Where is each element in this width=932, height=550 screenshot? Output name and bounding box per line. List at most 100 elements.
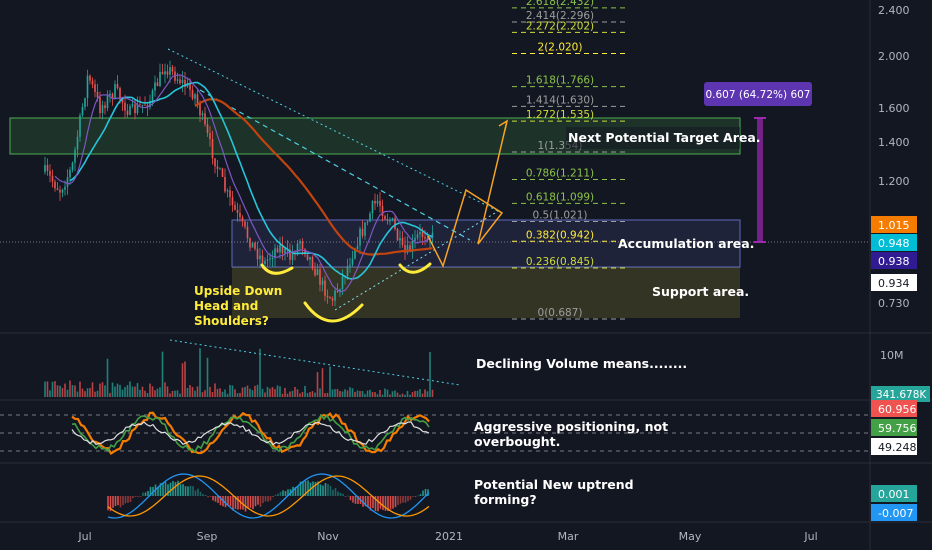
macd-histogram-bar: [214, 496, 217, 502]
price-tick-label: 1.400: [878, 136, 910, 149]
candle-body: [59, 189, 61, 193]
macd-histogram-bar: [124, 496, 127, 504]
candle-body: [241, 217, 244, 222]
macd-histogram-bar: [319, 484, 322, 496]
volume-bar: [171, 390, 174, 397]
accumulation-label: Accumulation area.: [618, 236, 754, 251]
volume-bar: [329, 366, 331, 397]
volume-bar: [296, 389, 299, 397]
volume-bar: [396, 392, 399, 397]
candle-body: [214, 158, 216, 167]
macd-histogram-bar: [267, 496, 269, 502]
candle-body: [254, 242, 256, 249]
candle-body: [384, 216, 386, 220]
candle-body: [101, 105, 104, 114]
candle-body: [319, 269, 321, 285]
x-tick-label: 2021: [435, 530, 463, 543]
macd-histogram-bar: [162, 482, 164, 496]
volume-bar: [179, 393, 181, 397]
volume-bar: [146, 393, 149, 397]
volume-bar: [181, 363, 184, 397]
volume-bar: [384, 388, 386, 397]
volume-bar: [381, 394, 384, 397]
macd-histogram-bar: [324, 483, 327, 496]
macd-histogram-bar: [312, 481, 314, 496]
candle-body: [96, 91, 99, 98]
candle-body: [104, 105, 106, 109]
macd-histogram-bar: [182, 484, 184, 496]
macd-histogram-bar: [404, 496, 407, 503]
volume-bar: [194, 390, 196, 397]
x-tick-label: Mar: [558, 530, 579, 543]
candle-body: [201, 113, 204, 116]
candle-body: [94, 84, 96, 92]
fib-level-label: 0.382(0.942): [526, 229, 594, 241]
price-tick-label: 1.200: [878, 175, 910, 188]
candle-body: [236, 209, 239, 213]
candle-body: [114, 84, 116, 99]
candle-body: [349, 264, 351, 267]
candle-body: [309, 256, 311, 260]
volume-bar: [201, 392, 204, 397]
rsi-panel: [0, 411, 870, 456]
candle-body: [399, 238, 401, 241]
volume-bar: [324, 393, 326, 397]
x-tick-label: Jul: [803, 530, 817, 543]
candle-body: [181, 79, 184, 84]
macd-histogram-bar: [114, 496, 117, 507]
macd-histogram-bar: [134, 496, 137, 497]
macd-histogram-bar: [264, 496, 267, 502]
volume-bar: [71, 385, 74, 397]
price-label-text: 0.938: [878, 255, 910, 268]
volume-bar: [239, 392, 241, 397]
volume-bar: [199, 348, 201, 397]
candle-body: [131, 104, 134, 107]
candle-body: [134, 104, 136, 114]
volume-bar: [94, 391, 96, 397]
volume-bar: [274, 389, 276, 397]
macd-histogram-bar: [249, 496, 252, 508]
macd-histogram-bar: [277, 493, 279, 496]
macd-histogram-bar: [419, 494, 422, 496]
candle-body: [361, 228, 364, 236]
fib-level-label: 2.272(2.202): [526, 20, 594, 32]
volume-bar: [174, 390, 176, 397]
volume-bar: [386, 389, 389, 397]
volume-bar: [349, 387, 351, 397]
volume-bar: [224, 389, 226, 397]
volume-bar: [156, 388, 159, 397]
volume-bar: [216, 388, 219, 397]
candle-body: [179, 79, 181, 84]
candle-body: [331, 298, 334, 301]
volume-bar: [289, 391, 291, 397]
candle-body: [301, 241, 304, 250]
candle-body: [386, 219, 389, 221]
volume-bar: [86, 388, 89, 397]
macd-histogram-bar: [284, 491, 287, 496]
macd-histogram-bar: [394, 496, 397, 508]
macd-histogram-bar: [242, 496, 244, 510]
macd-panel: [107, 473, 430, 519]
macd-histogram-bar: [142, 492, 144, 496]
macd-histogram-bar: [329, 485, 332, 496]
macd-histogram-bar: [147, 490, 149, 496]
macd-histogram-bar: [209, 496, 212, 497]
candle-body: [64, 186, 66, 190]
volume-bar: [409, 394, 411, 397]
macd-histogram-bar: [414, 496, 417, 498]
macd-histogram-bar: [327, 484, 329, 496]
macd-histogram-bar: [132, 496, 134, 499]
macd-label-text: -0.007: [878, 507, 913, 520]
candle-body: [364, 222, 366, 236]
candle-body: [224, 177, 226, 192]
volume-bar: [306, 393, 309, 397]
volume-bar: [401, 393, 404, 397]
volume-bar: [314, 392, 316, 397]
volume-bar: [121, 389, 124, 397]
candle-body: [341, 276, 344, 290]
macd-histogram-bar: [297, 486, 299, 496]
volume-bar: [271, 387, 274, 397]
candle-body: [401, 238, 404, 245]
candle-body: [219, 168, 221, 170]
volume-bar: [126, 385, 129, 397]
